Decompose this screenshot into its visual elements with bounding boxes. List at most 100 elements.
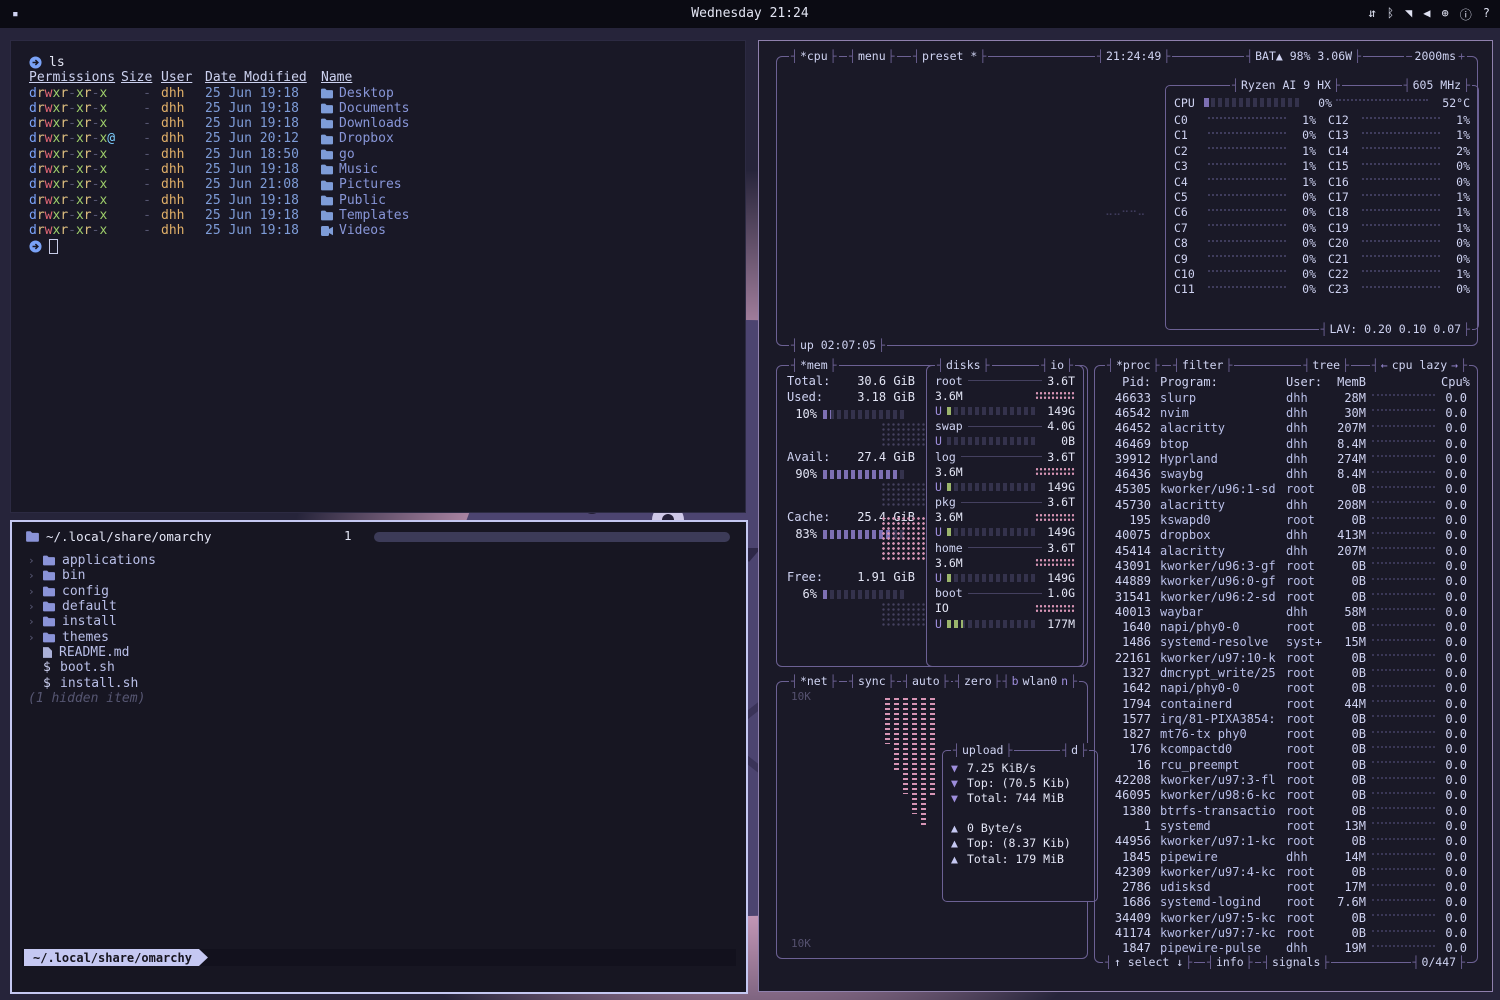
proc-row[interactable]: 46633slurpdhh28M0.0	[1105, 390, 1467, 405]
proc-column-header[interactable]: User:	[1286, 375, 1330, 389]
proc-row[interactable]: 1systemdroot13M0.0	[1105, 818, 1467, 833]
zero-button[interactable]: ┤zero├	[953, 674, 1003, 689]
proc-row[interactable]: 45730alacrittydhh208M0.0	[1105, 497, 1467, 512]
core-row: C110%	[1174, 282, 1316, 297]
info-button[interactable]: ┤info├	[1205, 955, 1255, 970]
terminal-window-ls[interactable]: ls PermissionsSizeUserDate ModifiedName …	[10, 40, 746, 513]
proc-row[interactable]: 45305kworker/u96:1-sdroot0B0.0	[1105, 482, 1467, 497]
proc-row[interactable]: 1642napi/phy0-0root0B0.0	[1105, 681, 1467, 696]
file-row[interactable]: $install.sh	[28, 675, 366, 690]
file-row[interactable]: ›themes	[28, 629, 366, 644]
proc-row[interactable]: 46436swaybgdhh8.4M0.0	[1105, 466, 1467, 481]
proc-row[interactable]: 44889kworker/u96:0-gfroot0B0.0	[1105, 574, 1467, 589]
proc-column-header[interactable]: MemB	[1330, 375, 1366, 389]
proc-row[interactable]: 46095kworker/u98:6-kcroot0B0.0	[1105, 788, 1467, 803]
info-icon[interactable]: ⓘ	[1460, 6, 1472, 23]
file-row[interactable]: ›applications	[28, 553, 366, 568]
proc-row[interactable]: 44956kworker/u97:1-kcroot0B0.0	[1105, 834, 1467, 849]
file-name[interactable]: Templates	[321, 208, 409, 223]
proc-row[interactable]: 1827mt76-tx phy0root0B0.0	[1105, 727, 1467, 742]
proc-row[interactable]: 43091kworker/u96:3-gfroot0B0.0	[1105, 558, 1467, 573]
proc-row[interactable]: 1794containerdroot44M0.0	[1105, 696, 1467, 711]
file-manager-window[interactable]: ~/.local/share/omarchy 1 ›applications›b…	[10, 520, 748, 994]
clock[interactable]: Wednesday 21:24	[691, 6, 808, 21]
file-row[interactable]: ›config	[28, 584, 366, 599]
proc-row[interactable]: 46469btopdhh8.4M0.0	[1105, 436, 1467, 451]
tree-toggle[interactable]: ┤tree├	[1301, 358, 1351, 373]
proc-mem: 15M	[1330, 635, 1366, 649]
file-name[interactable]: Dropbox	[321, 131, 394, 146]
proc-row[interactable]: 16rcu_preemptroot0B0.0	[1105, 757, 1467, 772]
proc-row[interactable]: 1686systemd-logindroot7.6M0.0	[1105, 895, 1467, 910]
file-name[interactable]: Documents	[321, 101, 409, 116]
proc-row[interactable]: 1380btrfs-transactioroot0B0.0	[1105, 803, 1467, 818]
proc-row[interactable]: 42208kworker/u97:3-flroot0B0.0	[1105, 772, 1467, 787]
proc-row[interactable]: 45414alacrittydhh207M0.0	[1105, 543, 1467, 558]
proc-row[interactable]: 42309kworker/u97:4-kcroot0B0.0	[1105, 864, 1467, 879]
proc-row[interactable]: 40075dropboxdhh413M0.0	[1105, 528, 1467, 543]
proc-row[interactable]: 1845pipewiredhh14M0.0	[1105, 849, 1467, 864]
proc-row[interactable]: 1640napi/phy0-0root0B0.0	[1105, 619, 1467, 634]
file-row[interactable]: README.md	[28, 645, 366, 660]
proc-row[interactable]: 176kcompactd0root0B0.0	[1105, 742, 1467, 757]
proc-row[interactable]: 46542nvimdhh30M0.0	[1105, 405, 1467, 420]
file-name[interactable]: Pictures	[321, 177, 402, 192]
proc-pid: 1794	[1105, 697, 1151, 711]
download-toggle[interactable]: ┤d├	[1060, 743, 1089, 758]
proc-row[interactable]: 1577irq/81-PIXA3854:root0B0.0	[1105, 711, 1467, 726]
globe-icon[interactable]: ⊕	[1442, 6, 1449, 23]
wifi-icon[interactable]: ◥	[1405, 6, 1412, 23]
auto-button[interactable]: ┤auto├	[901, 674, 951, 689]
proc-row[interactable]: 46452alacrittydhh207M0.0	[1105, 421, 1467, 436]
sync-button[interactable]: ┤sync├	[847, 674, 897, 689]
proc-row[interactable]: 31541kworker/u96:2-sdroot0B0.0	[1105, 589, 1467, 604]
file-row[interactable]: ›default	[28, 599, 366, 614]
file-name[interactable]: Downloads	[321, 116, 409, 131]
file-name[interactable]: Music	[321, 162, 378, 177]
proc-row[interactable]: 1847pipewire-pulsedhh19M0.0	[1105, 941, 1467, 956]
preview-pane-bar[interactable]	[374, 532, 730, 542]
net-interface-switcher[interactable]: ┤bwlan0n├	[1001, 674, 1079, 689]
menu-button[interactable]: ┤menu├	[847, 49, 897, 64]
file-row[interactable]: ›bin	[28, 568, 366, 583]
bluetooth-icon[interactable]: ᛒ	[1387, 6, 1394, 23]
proc-row[interactable]: 40013waybardhh58M0.0	[1105, 604, 1467, 619]
file-name[interactable]: Public	[321, 193, 386, 208]
refresh-interval-control[interactable]: −2000ms+	[1404, 49, 1467, 64]
core-percent: 0%	[1290, 252, 1316, 266]
proc-row[interactable]: 2786udisksdroot17M0.0	[1105, 880, 1467, 895]
select-hint[interactable]: ┤↑ select ↓├	[1103, 955, 1194, 970]
proc-column-header[interactable]: Cpu%	[1441, 375, 1467, 389]
help-icon[interactable]: ?	[1483, 6, 1490, 23]
preset-button[interactable]: ┤preset *├	[911, 49, 988, 64]
proc-row[interactable]: 22161kworker/u97:10-kroot0B0.0	[1105, 650, 1467, 665]
io-mode-toggle[interactable]: ┤io├	[1039, 358, 1075, 373]
mem-total-value: 30.6 GiB	[857, 374, 915, 390]
leader-dots	[1372, 547, 1435, 549]
proc-column-header[interactable]: Program:	[1160, 375, 1286, 389]
proc-row[interactable]: 41174kworker/u97:7-kcroot0B0.0	[1105, 925, 1467, 940]
volume-icon[interactable]: ◀	[1423, 6, 1430, 23]
file-row[interactable]: $boot.sh	[28, 660, 366, 675]
file-name[interactable]: go	[321, 147, 355, 162]
proc-row[interactable]: 39912Hyprlanddhh274M0.0	[1105, 451, 1467, 466]
proc-row[interactable]: 34409kworker/u97:5-kcroot0B0.0	[1105, 910, 1467, 925]
proc-mem: 0B	[1330, 681, 1366, 695]
leader-dots	[1372, 409, 1435, 411]
file-name[interactable]: Desktop	[321, 86, 394, 101]
prompt-line-empty[interactable]	[29, 239, 727, 254]
filter-button[interactable]: ┤filter├	[1171, 358, 1234, 373]
process-table-header[interactable]: Pid: Program:User:MemB Cpu%	[1105, 374, 1467, 390]
file-row[interactable]: ›install	[28, 614, 366, 629]
updates-icon[interactable]: ⇵	[1369, 6, 1376, 23]
proc-row[interactable]: 1327dmcrypt_write/25root0B0.0	[1105, 665, 1467, 680]
system-monitor-window[interactable]: ┤*cpu├ ┤menu├ ┤preset *├ ┤21:24:49├ ┤BAT…	[758, 40, 1493, 992]
workspace-indicator-icon[interactable]: ▪	[12, 7, 19, 20]
cpu-summary-row: CPU 0% 52°C	[1174, 95, 1470, 110]
proc-row[interactable]: 1486systemd-resolvesyst+15M0.0	[1105, 635, 1467, 650]
sort-selector[interactable]: ┤←cpu lazy→├	[1370, 358, 1469, 373]
proc-row[interactable]: 195kswapd0root0B0.0	[1105, 512, 1467, 527]
file-name[interactable]: Videos	[321, 223, 386, 238]
proc-column-header[interactable]: Pid:	[1105, 375, 1151, 389]
signals-button[interactable]: ┤signals├	[1261, 955, 1331, 970]
